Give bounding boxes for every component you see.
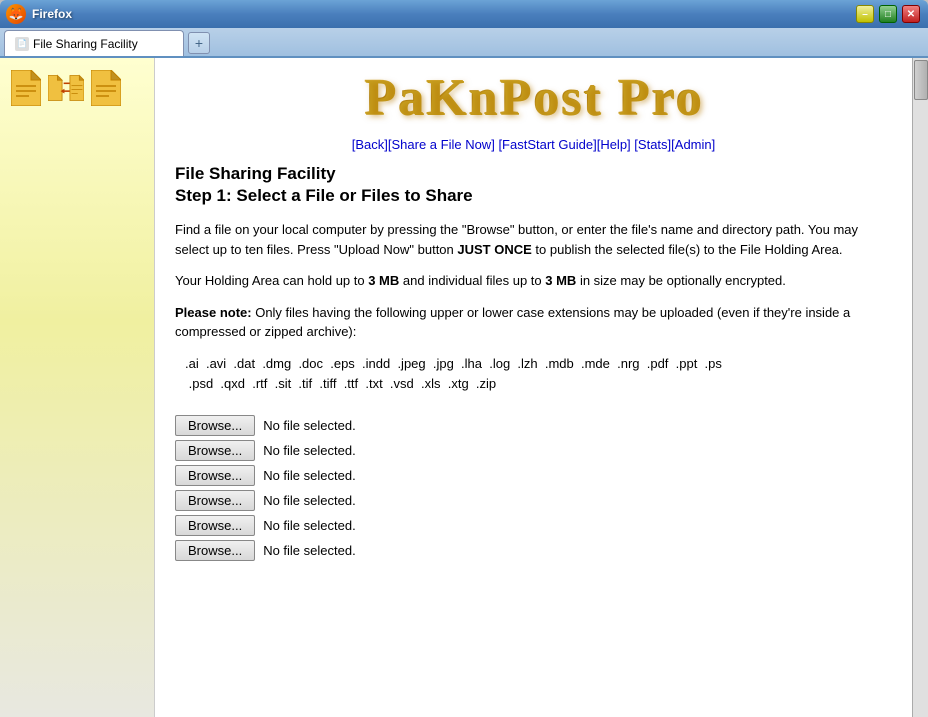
browse-button-1[interactable]: Browse...: [175, 415, 255, 436]
page-title: File Sharing Facility: [175, 164, 892, 184]
file-inputs-container: Browse... No file selected. Browse... No…: [175, 415, 892, 561]
content-area: PaKnPost Pro [Back][Share a File Now] [F…: [155, 58, 928, 717]
no-file-label-2: No file selected.: [263, 443, 356, 458]
close-button[interactable]: ✕: [902, 5, 920, 23]
file-input-row: Browse... No file selected.: [175, 490, 892, 511]
app-header: PaKnPost Pro: [155, 58, 912, 133]
sidebar: [0, 58, 155, 717]
titlebar: 🦊 Firefox – □ ✕: [0, 0, 928, 28]
minimize-button[interactable]: –: [856, 5, 874, 23]
tab-favicon: 📄: [15, 37, 29, 51]
just-once-text: JUST ONCE: [457, 242, 531, 257]
page-content: File Sharing Facility Step 1: Select a F…: [155, 164, 912, 581]
nav-faststart[interactable]: [FastStart Guide]: [498, 137, 596, 152]
browse-button-6[interactable]: Browse...: [175, 540, 255, 561]
browse-button-2[interactable]: Browse...: [175, 440, 255, 461]
holding-area-text: Your Holding Area can hold up to 3 MB an…: [175, 271, 892, 291]
scrollbar-thumb[interactable]: [914, 60, 928, 100]
step-title: Step 1: Select a File or Files to Share: [175, 186, 892, 206]
tab-bar: 📄 File Sharing Facility +: [0, 28, 928, 58]
nav-links: [Back][Share a File Now] [FastStart Guid…: [155, 137, 912, 152]
nav-back[interactable]: [Back]: [352, 137, 388, 152]
browser-main: PaKnPost Pro [Back][Share a File Now] [F…: [0, 58, 928, 717]
no-file-label-5: No file selected.: [263, 518, 356, 533]
file-input-row: Browse... No file selected.: [175, 465, 892, 486]
file-input-row: Browse... No file selected.: [175, 415, 892, 436]
holding-size-2: 3 MB: [545, 273, 576, 288]
holding-size-1: 3 MB: [368, 273, 399, 288]
transfer-icon: [48, 70, 84, 106]
new-tab-button[interactable]: +: [188, 32, 210, 54]
description-text: Find a file on your local computer by pr…: [175, 220, 892, 259]
nav-help[interactable]: [Help]: [597, 137, 631, 152]
nav-admin[interactable]: [Admin]: [671, 137, 715, 152]
maximize-button[interactable]: □: [879, 5, 897, 23]
tab-title: File Sharing Facility: [33, 37, 138, 51]
app-logo: PaKnPost Pro: [155, 68, 912, 127]
note-text: Please note: Only files having the follo…: [175, 303, 892, 342]
extensions-list: .ai .avi .dat .dmg .doc .eps .indd .jpeg…: [175, 354, 892, 396]
active-tab[interactable]: 📄 File Sharing Facility: [4, 30, 184, 56]
file-icon-2: [88, 70, 124, 106]
browse-button-5[interactable]: Browse...: [175, 515, 255, 536]
browse-button-4[interactable]: Browse...: [175, 490, 255, 511]
browse-button-3[interactable]: Browse...: [175, 465, 255, 486]
firefox-logo: 🦊: [6, 4, 26, 24]
please-note-label: Please note:: [175, 305, 252, 320]
file-input-row: Browse... No file selected.: [175, 440, 892, 461]
no-file-label-4: No file selected.: [263, 493, 356, 508]
scrollbar[interactable]: [912, 58, 928, 717]
nav-share[interactable]: [Share a File Now]: [388, 137, 495, 152]
no-file-label-3: No file selected.: [263, 468, 356, 483]
sidebar-icons: [8, 70, 124, 106]
titlebar-text: Firefox: [32, 7, 72, 21]
window-controls: – □ ✕: [856, 5, 922, 23]
nav-stats[interactable]: [Stats]: [634, 137, 671, 152]
file-icon-1: [8, 70, 44, 106]
no-file-label-6: No file selected.: [263, 543, 356, 558]
file-input-row: Browse... No file selected.: [175, 540, 892, 561]
file-input-row: Browse... No file selected.: [175, 515, 892, 536]
no-file-label-1: No file selected.: [263, 418, 356, 433]
